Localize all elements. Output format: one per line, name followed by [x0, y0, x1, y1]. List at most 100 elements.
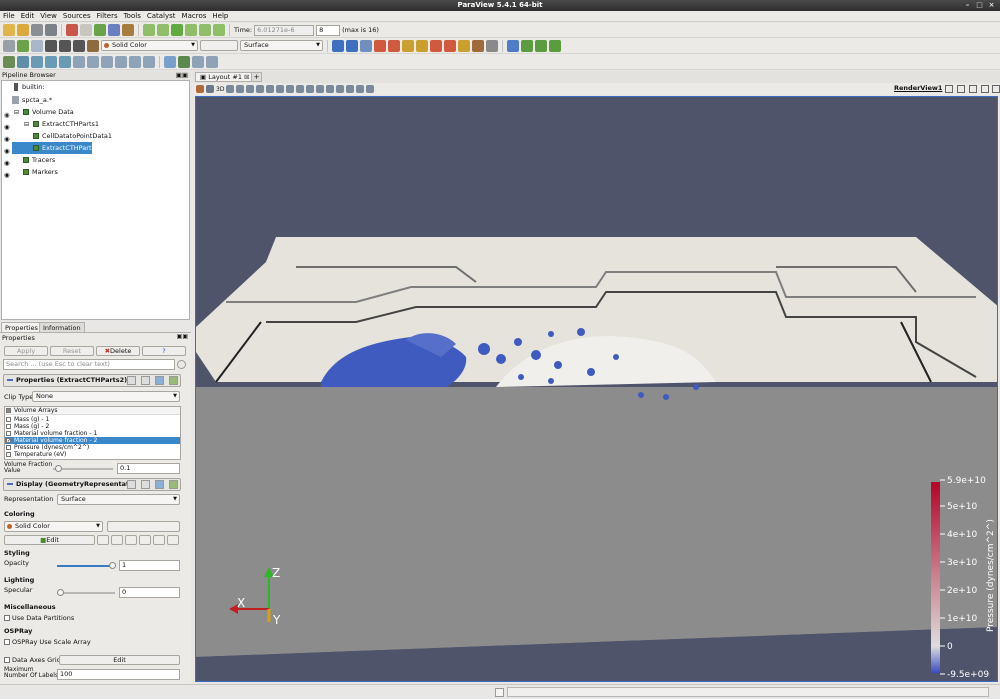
link-camera-icon[interactable]	[236, 85, 245, 93]
specular-field[interactable]: 0	[119, 587, 180, 598]
menu-macros[interactable]: Macros	[179, 11, 210, 22]
menu-edit[interactable]: Edit	[18, 11, 38, 22]
specular-slider[interactable]	[57, 589, 115, 596]
select-surface-icon[interactable]	[246, 85, 255, 93]
paste-icon[interactable]	[141, 376, 150, 385]
menu-catalyst[interactable]: Catalyst	[144, 11, 179, 22]
hover-cells-icon[interactable]	[326, 85, 335, 93]
data-axes-grid-checkbox[interactable]	[4, 657, 10, 663]
eye-icon[interactable]: ◉	[4, 169, 10, 179]
calculator-filter-icon[interactable]	[3, 55, 15, 68]
tab-information[interactable]: Information	[39, 322, 85, 332]
view-plus-x-icon[interactable]	[374, 39, 386, 52]
close-view-icon[interactable]	[992, 85, 1000, 93]
select-points-icon[interactable]	[256, 85, 265, 93]
slider-handle[interactable]	[109, 562, 116, 569]
volume-fraction-field[interactable]: 0.1	[117, 463, 180, 474]
slider-handle[interactable]	[55, 465, 62, 472]
eye-icon[interactable]: ◉	[4, 121, 10, 131]
extract-level-icon[interactable]	[143, 55, 155, 68]
reload-icon[interactable]	[155, 480, 164, 489]
invert-icon[interactable]	[139, 535, 151, 545]
rescale-icon[interactable]	[45, 39, 57, 52]
3d-toggle-button[interactable]: 3D	[216, 86, 224, 93]
shrink-selection-icon[interactable]	[346, 85, 355, 93]
max-labels-field[interactable]: 100	[57, 669, 180, 680]
time-step-spinbox[interactable]: 8	[316, 24, 341, 36]
view-minus-y-icon[interactable]	[416, 39, 428, 52]
loop-icon[interactable]	[213, 24, 225, 36]
close-tab-icon[interactable]: ⊠	[244, 73, 249, 81]
reset-camera-icon[interactable]	[332, 39, 344, 52]
zoom-to-box-icon[interactable]	[360, 39, 372, 52]
save-icon[interactable]	[17, 24, 29, 36]
panel-float-close-icon[interactable]: ▣▣	[177, 333, 188, 340]
undo-icon[interactable]	[66, 24, 78, 36]
calculator-icon[interactable]	[17, 39, 29, 52]
rescale-custom-icon[interactable]	[111, 535, 123, 545]
copy-icon[interactable]	[127, 376, 136, 385]
clear-selection-icon[interactable]	[356, 85, 365, 93]
open-icon[interactable]	[3, 24, 15, 36]
interact-icon[interactable]	[196, 85, 204, 93]
query-selection-icon[interactable]	[366, 85, 375, 93]
volume-array-item[interactable]: Temperature (eV)	[5, 451, 180, 458]
representation-select[interactable]: Surface ▼	[240, 40, 323, 51]
grow-selection-icon[interactable]	[336, 85, 345, 93]
coloring-select[interactable]: Solid Color ▼	[4, 521, 103, 532]
volume-array-item[interactable]: ✓ Material volume fraction - 2	[5, 437, 180, 444]
volume-array-item[interactable]: Material volume fraction - 1	[5, 430, 180, 437]
rotate-cw-icon[interactable]	[472, 39, 484, 52]
copy-icon[interactable]	[127, 480, 136, 489]
slider-handle[interactable]	[57, 589, 64, 596]
minimize-icon[interactable]: –	[963, 1, 972, 10]
eye-icon[interactable]: ◉	[4, 157, 10, 167]
glyph-filter-icon[interactable]	[87, 55, 99, 68]
reset-center-icon[interactable]	[535, 39, 547, 52]
contour-filter-icon[interactable]	[17, 55, 29, 68]
coloring-component-select[interactable]	[107, 521, 180, 532]
maximize-view-icon[interactable]	[969, 85, 977, 93]
extract-subset-icon[interactable]	[73, 55, 85, 68]
eye-icon[interactable]: ◉	[4, 145, 10, 155]
opacity-field[interactable]: 1	[119, 560, 180, 571]
volume-array-item[interactable]: Mass (g) - 2	[5, 423, 180, 430]
polygon-select-icon[interactable]	[306, 85, 315, 93]
advanced-gear-icon[interactable]	[177, 360, 186, 369]
rescale-custom-icon[interactable]	[59, 39, 71, 52]
select-points-frustum-icon[interactable]	[276, 85, 285, 93]
rescale-icon[interactable]	[97, 535, 109, 545]
camera-redo-icon[interactable]	[108, 24, 120, 36]
connect-icon[interactable]	[31, 24, 43, 36]
volume-array-checkbox[interactable]	[6, 445, 11, 450]
color-legend-icon[interactable]	[153, 535, 165, 545]
camera-icon[interactable]	[226, 85, 235, 93]
select-frustum-icon[interactable]	[266, 85, 275, 93]
catalyst-icon[interactable]	[192, 55, 204, 68]
pipeline-item-builtin[interactable]: builtin:	[2, 81, 189, 93]
pipeline-eye-extractcthparts2[interactable]: ◉	[2, 142, 12, 155]
menu-help[interactable]: Help	[209, 11, 231, 22]
volume-array-checkbox[interactable]	[6, 417, 11, 422]
pipeline-item-celldatatopointdata1[interactable]: ◉ CellDatatoPointData1	[2, 130, 189, 143]
zoom-to-data-icon[interactable]	[346, 39, 358, 52]
volume-arrays-header[interactable]: Volume Arrays	[5, 407, 180, 415]
color-legend-icon[interactable]	[87, 39, 99, 52]
volume-array-checkbox[interactable]: ✓	[6, 438, 11, 444]
stream-tracer-icon[interactable]	[101, 55, 113, 68]
view-plus-z-icon[interactable]	[430, 39, 442, 52]
representation-select-panel[interactable]: Surface ▼	[57, 494, 180, 505]
clip-type-select[interactable]: None ▼	[32, 391, 180, 402]
hover-points-icon[interactable]	[316, 85, 325, 93]
pick-center-icon[interactable]	[549, 39, 561, 52]
save-defaults-icon[interactable]	[169, 480, 178, 489]
interactive-select-icon[interactable]	[296, 85, 305, 93]
play-icon[interactable]	[171, 24, 183, 36]
contour-icon[interactable]	[31, 39, 43, 52]
menu-tools[interactable]: Tools	[121, 11, 144, 22]
rescale-temporal-icon[interactable]	[125, 535, 137, 545]
pipeline-item-extractcthparts2[interactable]: ExtractCTHParts2	[12, 142, 99, 154]
find-data-icon[interactable]	[164, 55, 176, 68]
pipeline-item-tracers[interactable]: ◉ Tracers	[2, 154, 189, 167]
color-save-icon[interactable]	[167, 535, 179, 545]
